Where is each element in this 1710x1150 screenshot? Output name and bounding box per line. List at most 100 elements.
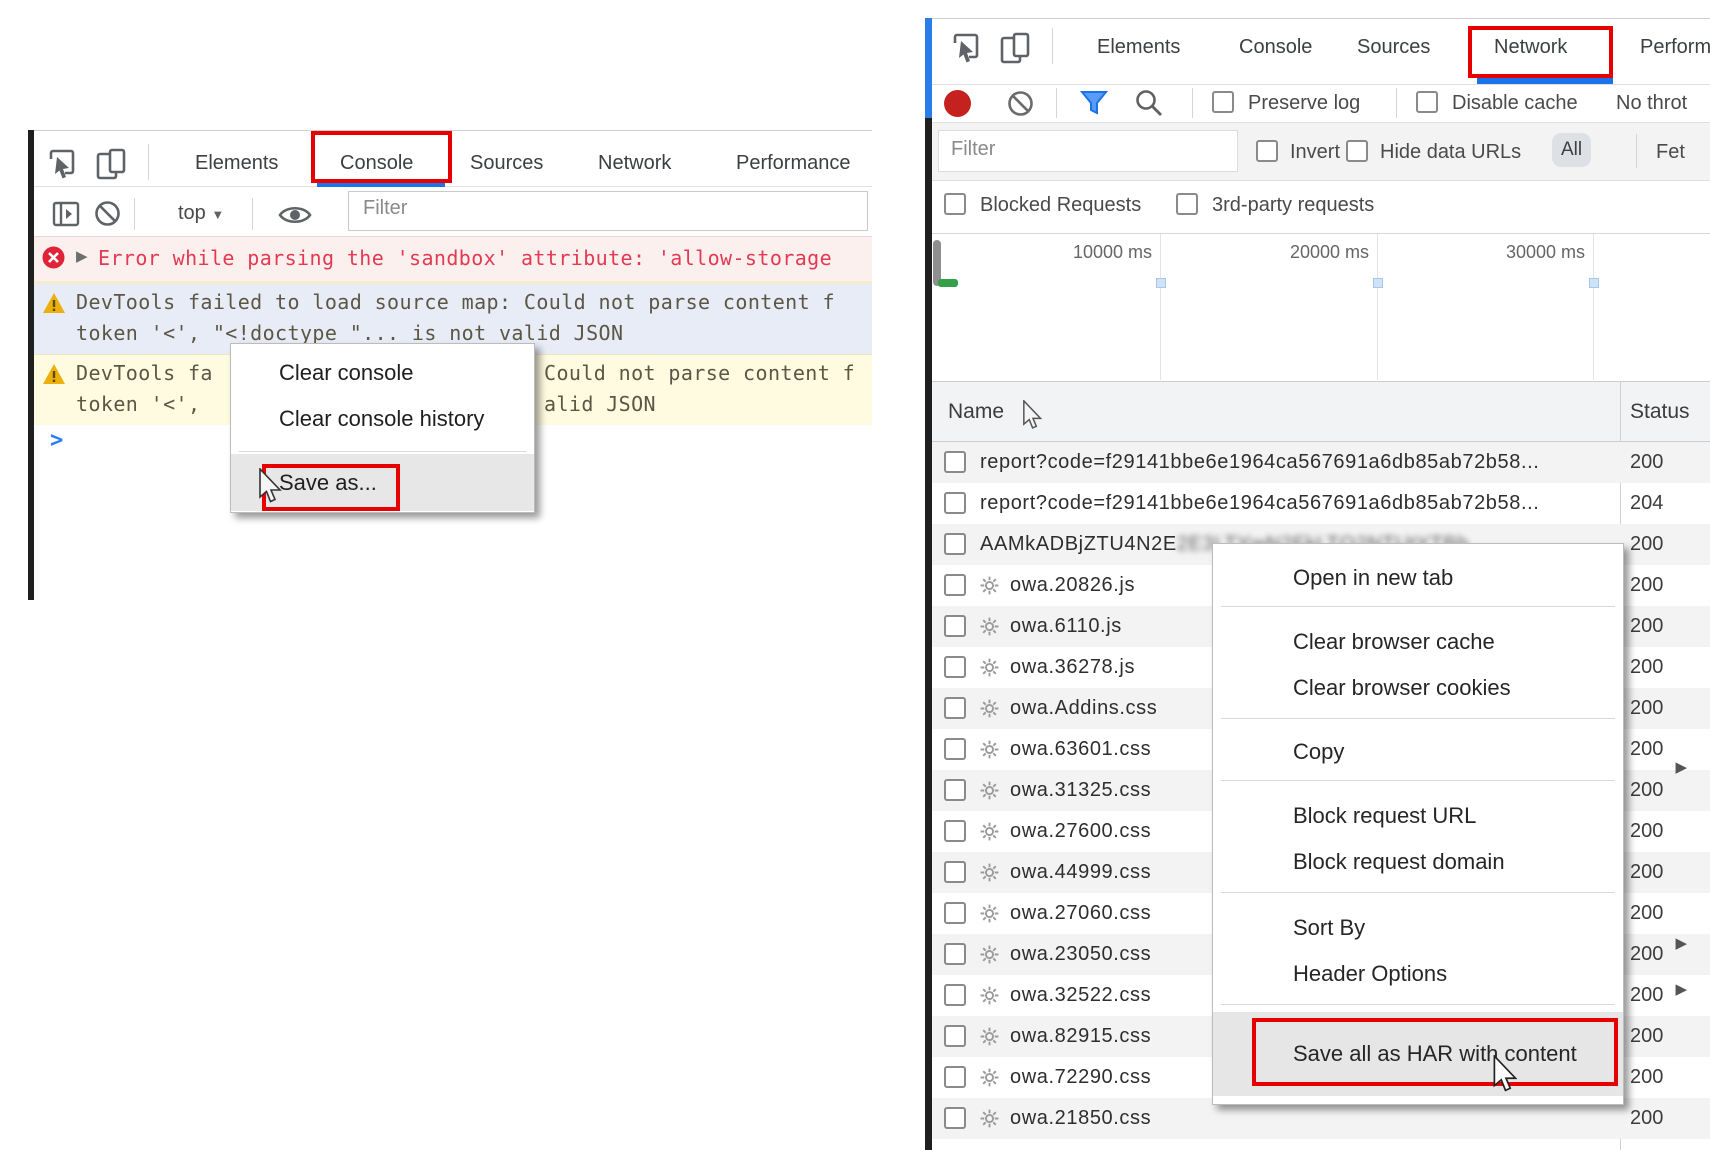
row-checkbox[interactable]: [944, 656, 966, 678]
column-header-name[interactable]: Name: [948, 400, 1004, 424]
toolbar-separator: [252, 198, 253, 230]
row-checkbox[interactable]: [944, 1107, 966, 1129]
timeline-green-marker: [938, 279, 958, 287]
row-checkbox[interactable]: [944, 861, 966, 883]
toolbar-separator: [1052, 28, 1053, 64]
gear-icon: [979, 1067, 1000, 1088]
row-checkbox[interactable]: [944, 902, 966, 924]
row-checkbox[interactable]: [944, 574, 966, 596]
warning-icon: [42, 363, 66, 385]
table-row[interactable]: report?code=f29141bbe6e1964ca567691a6db8…: [932, 483, 1710, 524]
request-name: owa.21850.css: [1010, 1107, 1151, 1130]
row-checkbox[interactable]: [944, 533, 966, 555]
tab-elements[interactable]: Elements: [1097, 36, 1180, 59]
mouse-cursor: [258, 468, 284, 504]
menu-item-block-request-url[interactable]: Block request URL: [1213, 792, 1703, 840]
row-checkbox[interactable]: [944, 820, 966, 842]
filter-all-pill[interactable]: All: [1552, 133, 1591, 167]
row-checkbox[interactable]: [944, 943, 966, 965]
hide-data-urls-checkbox[interactable]: [1346, 140, 1368, 162]
console-error-row[interactable]: ▶ Error while parsing the 'sandbox' attr…: [34, 237, 872, 284]
submenu-arrow-icon: ▶: [1675, 744, 1687, 792]
table-row[interactable]: report?code=f29141bbe6e1964ca567691a6db8…: [932, 442, 1710, 483]
row-checkbox[interactable]: [944, 779, 966, 801]
menu-item-clear-browser-cache[interactable]: Clear browser cache: [1213, 618, 1703, 666]
menu-item-open-new-tab[interactable]: Open in new tab: [1213, 554, 1703, 602]
status-value: 200: [1630, 1066, 1663, 1089]
toolbar-separator: [1636, 134, 1637, 168]
tab-network[interactable]: Network: [598, 152, 671, 175]
disable-cache-label[interactable]: Disable cache: [1452, 92, 1578, 115]
tab-sources[interactable]: Sources: [470, 152, 543, 175]
network-tab-annotation-box: [1468, 26, 1613, 78]
tab-elements[interactable]: Elements: [195, 152, 278, 175]
row-checkbox[interactable]: [944, 738, 966, 760]
network-inspect-icon[interactable]: [952, 32, 982, 64]
request-name: owa.6110.js: [1010, 615, 1122, 638]
gear-icon: [979, 780, 1000, 801]
filter-fetch-label[interactable]: Fet: [1656, 141, 1685, 164]
third-party-label[interactable]: 3rd-party requests: [1212, 194, 1374, 217]
request-name: owa.32522.css: [1010, 984, 1151, 1007]
warning-icon: [42, 292, 66, 314]
console-filter-input[interactable]: [348, 191, 868, 231]
device-toolbar-icon[interactable]: [96, 148, 130, 180]
context-selector[interactable]: top ▼: [178, 202, 224, 225]
console-prompt-chevron[interactable]: >: [50, 428, 63, 453]
menu-item-header-options[interactable]: Header Options ▶: [1213, 950, 1703, 998]
hide-data-urls-label[interactable]: Hide data URLs: [1380, 141, 1521, 164]
third-party-checkbox[interactable]: [1176, 193, 1198, 215]
invert-label[interactable]: Invert: [1290, 141, 1340, 164]
device-toolbar-icon[interactable]: [1000, 32, 1034, 64]
sort-by-label: Sort By: [1293, 915, 1365, 940]
row-checkbox[interactable]: [944, 615, 966, 637]
header-options-label: Header Options: [1293, 961, 1447, 986]
column-header-status[interactable]: Status: [1630, 400, 1690, 424]
menu-item-clear-browser-cookies[interactable]: Clear browser cookies: [1213, 664, 1703, 712]
timeline-blue-marker: [1589, 278, 1599, 288]
console-inspect-icon[interactable]: [48, 148, 78, 180]
warning-message-line1: DevTools failed to load source map: Coul…: [76, 287, 835, 318]
search-icon[interactable]: [1134, 88, 1163, 117]
tab-performance[interactable]: Performance: [736, 152, 851, 175]
status-value: 200: [1630, 1025, 1663, 1048]
console-sidebar-icon[interactable]: [52, 200, 80, 228]
invert-checkbox[interactable]: [1256, 140, 1278, 162]
menu-item-clear-console[interactable]: Clear console: [231, 350, 582, 396]
preserve-log-checkbox[interactable]: [1212, 91, 1234, 113]
clear-console-icon[interactable]: [94, 200, 121, 227]
network-filter-field[interactable]: [949, 137, 1212, 162]
gear-icon: [979, 657, 1000, 678]
row-checkbox[interactable]: [944, 984, 966, 1006]
row-checkbox[interactable]: [944, 492, 966, 514]
row-checkbox[interactable]: [944, 1025, 966, 1047]
live-expression-eye-icon[interactable]: [278, 203, 312, 227]
toolbar-separator: [148, 144, 149, 180]
console-tab-annotation-box: [311, 131, 452, 183]
throttling-dropdown[interactable]: No throt: [1616, 92, 1687, 115]
blocked-requests-label[interactable]: Blocked Requests: [980, 194, 1141, 217]
menu-item-sort-by[interactable]: Sort By ▶: [1213, 904, 1703, 952]
menu-item-copy[interactable]: Copy ▶: [1213, 728, 1703, 776]
timeline-blue-marker: [1373, 278, 1383, 288]
blocked-requests-checkbox[interactable]: [944, 193, 966, 215]
copy-label: Copy: [1293, 739, 1344, 764]
warning-message-line1-left: DevTools fa: [76, 358, 213, 389]
tab-console[interactable]: Console: [1239, 36, 1312, 59]
expand-triangle-icon[interactable]: ▶: [76, 247, 88, 265]
record-button[interactable]: [944, 90, 971, 117]
tab-performance[interactable]: Perform: [1640, 36, 1710, 59]
console-filter-field[interactable]: [361, 196, 820, 221]
menu-item-clear-console-history[interactable]: Clear console history: [231, 396, 582, 442]
menu-item-block-request-domain[interactable]: Block request domain: [1213, 838, 1703, 886]
row-checkbox[interactable]: [944, 451, 966, 473]
disable-cache-checkbox[interactable]: [1416, 91, 1438, 113]
network-filter-input[interactable]: [938, 130, 1238, 172]
preserve-log-label[interactable]: Preserve log: [1248, 92, 1360, 115]
tab-sources[interactable]: Sources: [1357, 36, 1430, 59]
gear-icon: [979, 862, 1000, 883]
clear-network-icon[interactable]: [1007, 90, 1034, 117]
row-checkbox[interactable]: [944, 1066, 966, 1088]
row-checkbox[interactable]: [944, 697, 966, 719]
filter-funnel-icon[interactable]: [1080, 90, 1108, 116]
